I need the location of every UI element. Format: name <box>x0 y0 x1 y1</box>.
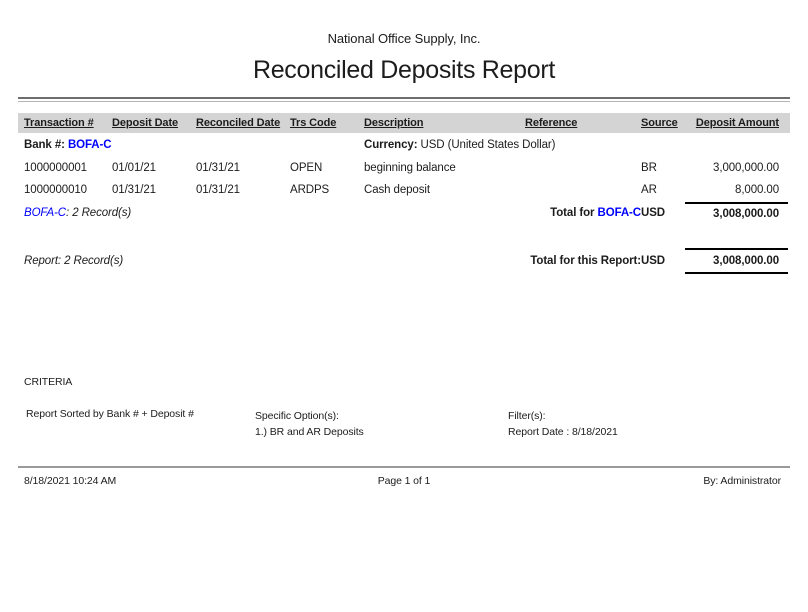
bank-total-label-prefix: Total for <box>550 207 597 219</box>
table-row: 1000000010 01/31/21 01/31/21 ARDPS Cash … <box>18 179 790 201</box>
currency-label: Currency: <box>364 139 417 151</box>
filters-value: Report Date : 8/18/2021 <box>508 424 618 440</box>
report-title: Reconciled Deposits Report <box>0 56 808 85</box>
report-total-row: Report: 2 Record(s) Total for this Repor… <box>18 248 796 274</box>
cell-source: BR <box>641 162 685 174</box>
report-record-count: Report: 2 Record(s) <box>24 255 525 267</box>
bank-number: Bank #: BOFA-C <box>24 139 364 151</box>
table-header-row: Transaction # Deposit Date Reconciled Da… <box>18 113 790 133</box>
bank-total-label: Total for BOFA-C <box>525 207 641 219</box>
footer-page-number: Page 1 of 1 <box>0 475 808 487</box>
cell-reconciled-date: 01/31/21 <box>196 162 290 174</box>
bank-label: Bank #: <box>24 139 65 151</box>
col-header-description: Description <box>364 117 525 129</box>
cell-amount: 8,000.00 <box>685 184 788 196</box>
currency-info: Currency: USD (United States Dollar) <box>364 139 788 151</box>
specific-options-value: 1.) BR and AR Deposits <box>255 424 364 440</box>
cell-reconciled-date: 01/31/21 <box>196 184 290 196</box>
cell-transaction: 1000000001 <box>24 162 112 174</box>
footer-author: By: Administrator <box>703 475 781 487</box>
bank-group-row: Bank #: BOFA-C Currency: USD (United Sta… <box>18 133 790 157</box>
col-header-deposit-date: Deposit Date <box>112 117 196 129</box>
bank-total-amount: 3,008,000.00 <box>685 202 788 224</box>
report-page: National Office Supply, Inc. Reconciled … <box>0 0 808 612</box>
cell-description: Cash deposit <box>364 184 525 196</box>
bank-record-count-bank: BOFA-C <box>24 207 66 219</box>
cell-deposit-date: 01/31/21 <box>112 184 196 196</box>
header-rule-top <box>18 97 790 99</box>
report-total-amount: 3,008,000.00 <box>685 248 788 274</box>
col-header-source: Source <box>641 117 685 129</box>
bank-value: BOFA-C <box>68 139 111 151</box>
specific-options-label: Specific Option(s): <box>255 408 364 424</box>
report-table: Transaction # Deposit Date Reconciled Da… <box>18 113 790 225</box>
report-total-label: Total for this Report: <box>525 255 641 267</box>
criteria-heading: CRITERIA <box>24 376 72 388</box>
bank-total-currency: USD <box>641 207 685 219</box>
cell-trs-code: OPEN <box>290 162 364 174</box>
cell-description: beginning balance <box>364 162 525 174</box>
report-total-currency: USD <box>641 255 685 267</box>
company-name: National Office Supply, Inc. <box>0 31 808 46</box>
cell-deposit-date: 01/01/21 <box>112 162 196 174</box>
header-rule-bottom <box>18 101 790 102</box>
col-header-transaction: Transaction # <box>24 117 112 129</box>
footer-rule <box>18 466 790 468</box>
bank-record-count: BOFA-C: 2 Record(s) <box>24 207 525 219</box>
col-header-reference: Reference <box>525 117 641 129</box>
bank-record-count-rest: : 2 Record(s) <box>66 207 131 219</box>
bank-total-row: BOFA-C: 2 Record(s) Total for BOFA-C USD… <box>18 201 790 225</box>
bank-total-label-bank: BOFA-C <box>598 207 641 219</box>
criteria-specific-options: Specific Option(s): 1.) BR and AR Deposi… <box>255 408 364 440</box>
col-header-deposit-amount: Deposit Amount <box>685 117 788 129</box>
cell-trs-code: ARDPS <box>290 184 364 196</box>
col-header-reconciled-date: Reconciled Date <box>196 117 290 129</box>
filters-label: Filter(s): <box>508 408 618 424</box>
criteria-sorted-by: Report Sorted by Bank # + Deposit # <box>26 408 194 420</box>
criteria-filters: Filter(s): Report Date : 8/18/2021 <box>508 408 618 440</box>
currency-value: USD (United States Dollar) <box>421 139 556 151</box>
table-row: 1000000001 01/01/21 01/31/21 OPEN beginn… <box>18 157 790 179</box>
cell-transaction: 1000000010 <box>24 184 112 196</box>
cell-source: AR <box>641 184 685 196</box>
cell-amount: 3,000,000.00 <box>685 162 788 174</box>
col-header-trs-code: Trs Code <box>290 117 364 129</box>
